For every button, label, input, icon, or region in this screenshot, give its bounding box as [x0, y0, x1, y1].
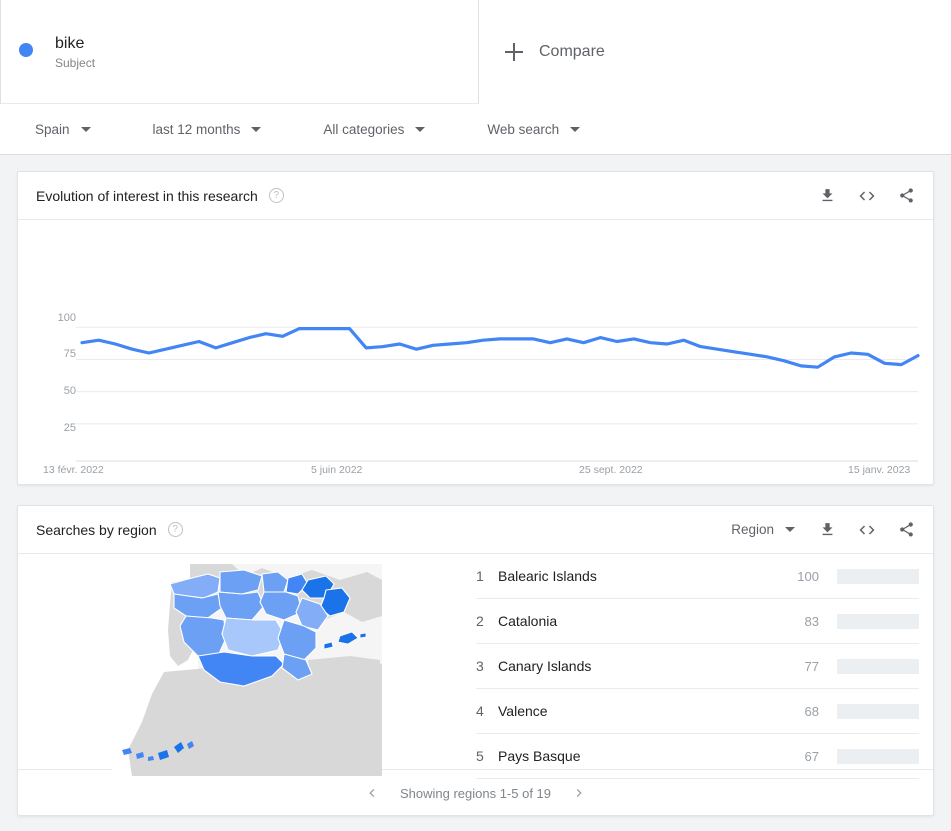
region-name: Canary Islands: [498, 658, 592, 674]
filter-location-label: Spain: [35, 121, 70, 137]
region-ranked-list: 1 Balearic Islands 100 2 Catalonia 83 3 …: [476, 554, 933, 779]
region-bar-track: [837, 703, 919, 719]
filter-category-label: All categories: [323, 121, 405, 137]
chevron-down-icon: [785, 527, 795, 532]
google-trends-page: bike Subject Compare Spain last 12 month…: [0, 0, 951, 831]
region-map[interactable]: [18, 554, 476, 776]
region-name: Pays Basque: [498, 748, 581, 764]
download-icon[interactable]: [819, 187, 836, 204]
interest-over-time-header: Evolution of interest in this research ?: [18, 172, 933, 220]
compare-label: Compare: [539, 43, 605, 60]
table-row[interactable]: 3 Canary Islands 77: [476, 644, 919, 689]
term-name: bike: [55, 34, 85, 52]
region-bar-track: [837, 613, 919, 629]
embed-icon[interactable]: [858, 521, 876, 539]
chevron-down-icon: [570, 126, 581, 132]
chevron-right-icon[interactable]: [571, 785, 587, 801]
filter-timerange[interactable]: last 12 months: [153, 122, 262, 137]
plus-icon: [505, 43, 523, 61]
pagination-status: Showing regions 1-5 of 19: [399, 785, 552, 801]
region-value: 68: [804, 703, 819, 719]
region-bar-track: [837, 658, 919, 674]
term-color-dot: [19, 43, 33, 57]
interest-by-region-header: Searches by region ? Region: [18, 506, 933, 554]
compare-button[interactable]: Compare: [479, 0, 951, 104]
region-bar-track: [837, 568, 919, 584]
share-icon[interactable]: [898, 521, 915, 538]
region-rank: 4: [476, 703, 484, 719]
line-chart-svg: [76, 326, 920, 462]
region-rank: 2: [476, 613, 484, 629]
table-row[interactable]: 2 Catalonia 83: [476, 599, 919, 644]
region-card-title: Searches by region: [36, 521, 157, 538]
region-rank: 5: [476, 748, 484, 764]
chevron-down-icon: [251, 126, 262, 132]
region-value: 83: [804, 613, 819, 629]
region-value: 77: [804, 658, 819, 674]
interest-by-region-actions: [797, 521, 915, 539]
region-rank: 1: [476, 568, 484, 584]
chevron-down-icon: [415, 126, 426, 132]
download-icon[interactable]: [819, 521, 836, 538]
page-title: Evolution of interest in this research: [36, 187, 258, 204]
table-row[interactable]: 4 Valence 68: [476, 689, 919, 734]
filter-searchtype[interactable]: Web search: [487, 121, 581, 137]
region-value: 100: [797, 568, 819, 584]
filter-category[interactable]: All categories: [323, 121, 426, 137]
region-name: Valence: [498, 703, 548, 719]
interest-over-time-actions: [797, 187, 915, 205]
filter-searchtype-label: Web search: [487, 121, 560, 137]
interest-by-region-card: Searches by region ? Region 1 Balearic I…: [17, 505, 934, 816]
region-name: Catalonia: [498, 613, 558, 629]
table-row[interactable]: 5 Pays Basque 67: [476, 734, 919, 779]
filter-location[interactable]: Spain: [35, 122, 91, 137]
filter-timerange-label: last 12 months: [152, 121, 241, 137]
chevron-left-icon[interactable]: [364, 785, 380, 801]
help-icon[interactable]: ?: [167, 522, 183, 537]
region-name: Balearic Islands: [498, 568, 597, 584]
embed-icon[interactable]: [858, 187, 876, 205]
table-row[interactable]: 1 Balearic Islands 100: [476, 554, 919, 599]
help-icon[interactable]: ?: [268, 188, 284, 203]
filters-bar: Spain last 12 months All categories Web …: [0, 104, 951, 155]
region-value: 67: [804, 748, 819, 764]
chevron-down-icon: [80, 126, 91, 132]
interest-over-time-chart[interactable]: 100 75 50 25 13 févr. 2022 5 juin 2022 2…: [18, 220, 933, 485]
search-term-card[interactable]: bike Subject: [0, 0, 479, 104]
interest-over-time-card: Evolution of interest in this research ?…: [17, 171, 934, 485]
spain-choropleth-svg: [112, 564, 382, 776]
interest-by-region-body: 1 Balearic Islands 100 2 Catalonia 83 3 …: [18, 554, 933, 779]
region-bar-track: [837, 748, 919, 764]
share-icon[interactable]: [898, 187, 915, 204]
region-sort-label: Region: [731, 522, 774, 537]
search-terms-bar: bike Subject Compare: [0, 0, 951, 104]
region-sort-dropdown[interactable]: Region: [731, 522, 795, 537]
term-subtitle: Subject: [55, 55, 96, 70]
region-rank: 3: [476, 658, 484, 674]
